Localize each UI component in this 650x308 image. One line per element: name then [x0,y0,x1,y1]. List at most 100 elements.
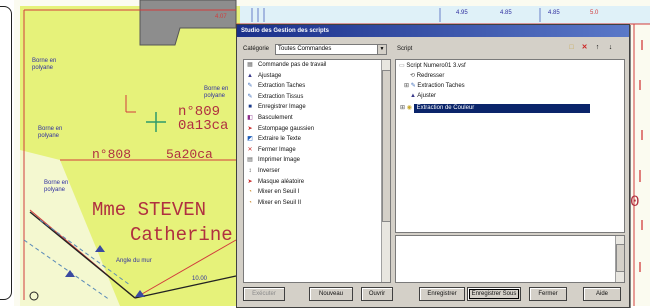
list-item[interactable]: ◔ Mixer en Seuil II [244,198,390,209]
list-item[interactable]: ✕ Fermer Image [244,145,390,156]
command-icon: ➤ [247,125,253,132]
new-button[interactable]: Nouveau [309,287,353,301]
list-item[interactable]: ✎ Extraction Tissus [244,92,390,103]
list-item[interactable]: ➤ Masque aléatoire [244,177,390,188]
expand-icon[interactable]: ⊞ [400,105,407,111]
map-top-label-2: 4.95 [456,10,468,16]
command-icon: ◔ [248,199,252,206]
command-label: Mixer en Seuil I [258,189,300,196]
command-label: Commande pas de travail [258,62,327,68]
execute-button[interactable]: Exécuter [243,287,285,301]
list-item[interactable]: ▤ Imprimer Image [244,155,390,166]
tree-item-selected-row[interactable]: ⊞ ◉ Extraction de Couleur [400,104,590,113]
move-down-icon[interactable]: ↓ [606,43,615,52]
description-scrollbar-thumb[interactable] [616,244,624,272]
map-label-angle: Angle du mur [116,258,152,264]
map-label-borne-3: Borne en polyane [44,180,69,193]
script-description[interactable] [395,235,625,283]
list-item[interactable]: ◔ Mixer en Seuil I [244,187,390,198]
tree-item[interactable]: ▲ Ajuster [410,92,436,101]
category-select-value: Toutes Commandes [278,46,332,52]
list-item[interactable]: ↕ Inverser [244,166,390,177]
list-item[interactable]: ▲ Ajustage [244,71,390,82]
left-frame [0,0,14,306]
map-top-label-3: 4.85 [500,10,512,16]
command-label: Extraire le Texte [258,136,301,143]
map-label-area-809: 0a13ca [178,118,229,134]
command-label: Enregistrer Image [258,104,306,111]
map-top-label-5: 5.0 [590,10,599,16]
command-icon: ◩ [247,136,253,143]
rotate-icon: ⟲ [410,73,417,79]
command-icon: ◧ [247,114,253,121]
list-item[interactable]: ◩ Extraire le Texte [244,134,390,145]
tree-item-label: Redresser [416,73,445,79]
map-label-borne-1: Borne en polyane [204,86,229,99]
command-label: Imprimer Image [258,157,301,164]
chevron-down-icon[interactable]: ▼ [377,45,386,54]
command-icon: ✕ [247,146,253,153]
tree-item-label: Extraction Taches [417,83,465,89]
command-icon: ➤ [247,178,253,185]
map-label-distance: 10.00 [192,276,208,282]
tree-item-label: Ajuster [417,93,436,99]
list-item[interactable]: ➤ Estompage gaussien [244,124,390,135]
map-label-borne-4: Borne en polyane [32,58,57,71]
list-item[interactable]: ▦ Commande pas de travail [244,60,390,71]
commands-list[interactable]: ▦ Commande pas de travail ▲ Ajustage ✎ Extr… [243,59,391,283]
command-icon: ✎ [247,93,253,100]
save-as-button[interactable]: Enregistrer Sous [467,287,521,301]
command-label: Estompage gaussien [258,125,315,132]
tree-item-selected[interactable]: Extraction de Couleur [413,104,590,113]
list-item[interactable]: ◧ Basculement [244,113,390,124]
tree-item[interactable]: ⟲ Redresser [410,72,444,81]
command-icon: ✎ [247,83,253,90]
command-label: Basculement [258,114,293,121]
dialog-title[interactable]: Studio des Gestion des scripts [237,25,629,37]
command-label: Extraction Tissus [258,93,304,100]
command-label: Fermer Image [258,146,296,153]
command-icon: ▦ [247,62,253,68]
commands-scrollbar-thumb[interactable] [382,70,390,222]
script-tree[interactable]: ▭ Script Numero01 3.vsf ⟲ Redresser ⊞ ✎ … [395,59,625,233]
tree-item[interactable]: ⊞ ✎ Extraction Taches [404,82,465,91]
command-label: Masque aléatoire [258,178,305,185]
open-button[interactable]: Ouvrir [361,287,393,301]
command-label: Inverser [258,167,280,174]
command-label: Ajustage [258,72,282,79]
category-label: Catégorie [243,46,270,52]
delete-icon[interactable]: ✕ [580,43,589,52]
new-script-icon[interactable]: □ [567,43,576,52]
command-label: Extraction Taches [258,83,306,90]
command-icon: ▲ [247,72,253,79]
script-manager-dialog: Studio des Gestion des scripts Catégorie… [236,24,630,308]
command-icon: ■ [248,104,252,111]
map-label-right-digit: 0 [630,193,640,211]
map-top-label-1: 4.07 [215,14,227,20]
map-label-area-808: 5a20ca [166,147,213,162]
command-icon: ▤ [247,157,253,164]
map-label-borne-2: Borne en polyane [38,126,63,139]
list-item[interactable]: ■ Enregistrer Image [244,102,390,113]
category-select[interactable]: Toutes Commandes ▼ [275,44,387,55]
tree-root-label: Script Numero01 3.vsf [406,63,466,69]
left-frame-border [0,6,12,300]
tree-root[interactable]: ▭ Script Numero01 3.vsf [399,62,466,71]
map-top-label-4: 4.85 [548,10,560,16]
save-button[interactable]: Enregistrer [419,287,465,301]
help-button[interactable]: Aide [583,287,621,301]
description-scrollbar[interactable] [615,236,624,282]
move-up-icon[interactable]: ↑ [593,43,602,52]
map-label-parcel-808: n°808 [92,147,132,162]
map-label-owner-firstname: Catherine [130,224,233,246]
command-icon: ↕ [248,167,252,174]
map-label-owner-name: Mme STEVEN [92,199,207,221]
close-button[interactable]: Fermer [529,287,567,301]
palette-icon: ◉ [406,105,414,111]
command-label: Mixer en Seuil II [258,199,302,206]
list-item[interactable]: ✎ Extraction Taches [244,81,390,92]
script-label: Script [397,46,413,52]
command-icon: ◔ [248,189,252,196]
commands-scrollbar[interactable] [381,60,390,282]
expand-icon[interactable]: ⊞ [404,83,411,89]
